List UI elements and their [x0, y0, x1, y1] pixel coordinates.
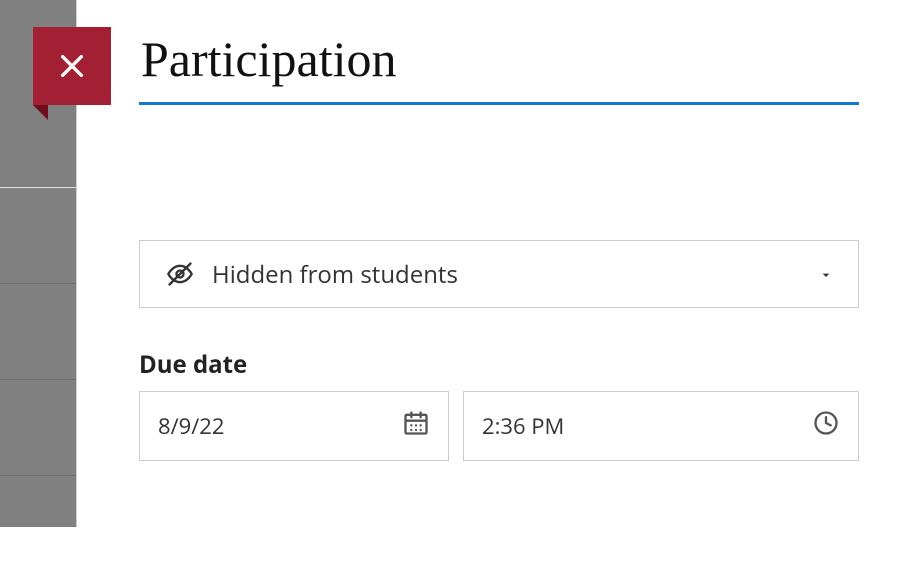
due-time-value: 2:36 PM: [482, 411, 564, 441]
hidden-icon: [164, 260, 196, 288]
close-button[interactable]: [33, 27, 111, 117]
clock-icon: [812, 409, 840, 444]
visibility-label: Hidden from students: [212, 258, 458, 291]
calendar-icon: [402, 409, 430, 444]
close-icon: [56, 50, 88, 82]
due-time-field[interactable]: 2:36 PM: [463, 391, 859, 461]
visibility-select[interactable]: Hidden from students: [139, 240, 859, 308]
due-date-label: Due date: [139, 348, 859, 381]
chevron-down-icon: [818, 258, 834, 291]
editor-panel: Hidden from students Due date 8/9/22: [76, 0, 912, 527]
due-date-field[interactable]: 8/9/22: [139, 391, 449, 461]
due-date-value: 8/9/22: [158, 411, 224, 441]
title-input[interactable]: [139, 24, 859, 105]
